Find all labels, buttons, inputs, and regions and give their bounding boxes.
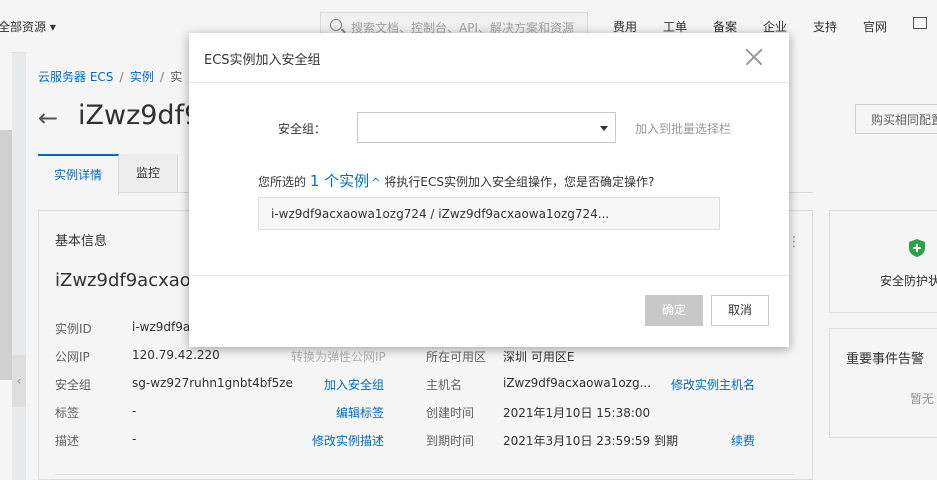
security-group-select[interactable] — [357, 112, 616, 143]
instance-count-toggle[interactable]: 1 个实例 — [310, 172, 369, 190]
dialog-divider — [189, 82, 789, 83]
confirm-button[interactable]: 确定 — [645, 295, 703, 326]
chevron-down-icon — [600, 126, 608, 131]
selected-instance-item: i-wz9df9acxaowa1ozg724 / iZwz9df9acxaowa… — [271, 207, 610, 221]
dialog-footer-divider — [189, 275, 789, 276]
confirm-prefix: 您所选的 — [258, 175, 307, 189]
security-group-label: 安全组： — [278, 122, 327, 136]
chevron-up-icon[interactable]: ^ — [371, 176, 380, 189]
dialog-title: ECS实例加入安全组 — [204, 53, 321, 68]
add-to-batch-link[interactable]: 加入到批量选择栏 — [635, 120, 731, 137]
selected-instances-box: i-wz9df9acxaowa1ozg724 / iZwz9df9acxaowa… — [258, 197, 720, 230]
confirm-suffix: 将执行ECS实例加入安全组操作，您是否确定操作? — [384, 175, 655, 189]
cancel-button[interactable]: 取消 — [711, 295, 769, 326]
confirm-message: 您所选的 1 个实例 ^ 将执行ECS实例加入安全组操作，您是否确定操作? — [258, 170, 654, 191]
join-security-group-dialog: ECS实例加入安全组 安全组： 加入到批量选择栏 您所选的 1 个实例 ^ 将执行E… — [189, 33, 789, 347]
close-icon[interactable] — [742, 45, 766, 69]
